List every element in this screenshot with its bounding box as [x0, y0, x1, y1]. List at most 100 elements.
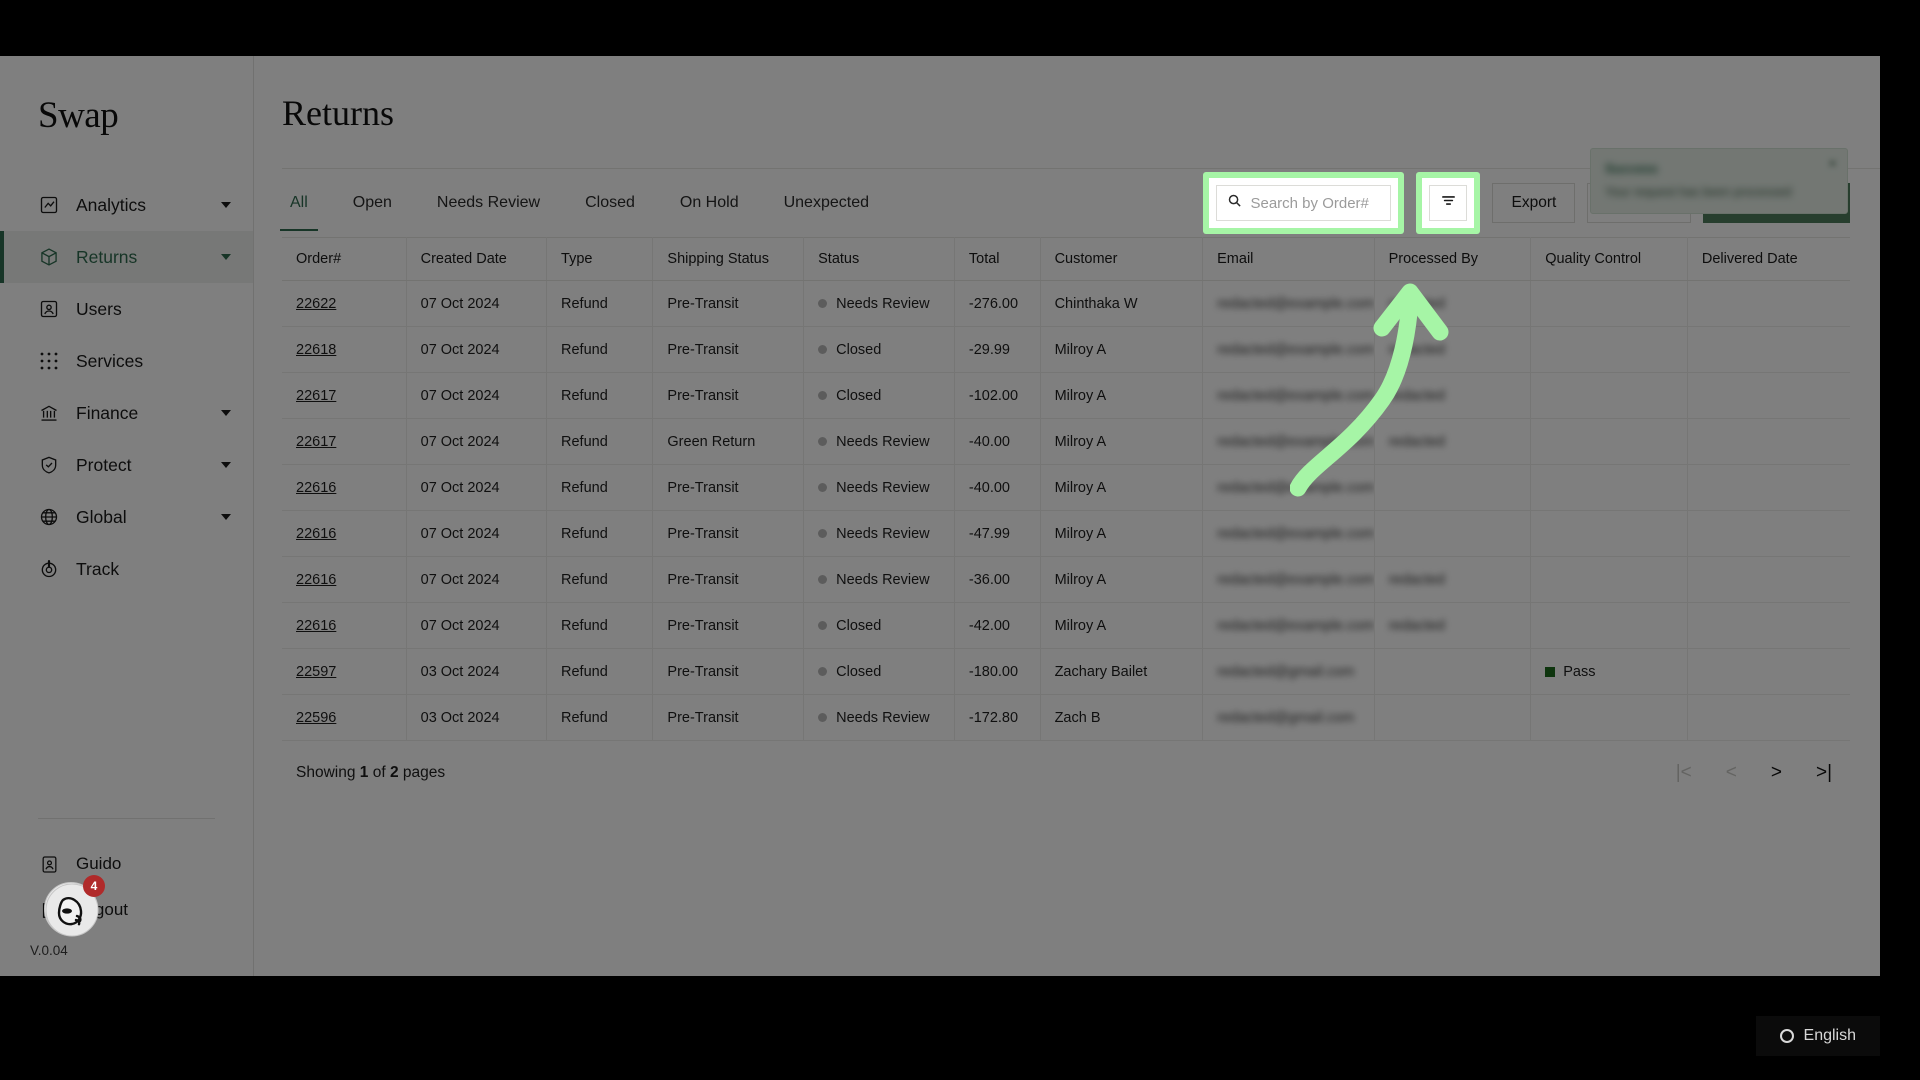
order-link[interactable]: 22616 [296, 618, 336, 634]
column-header-created[interactable]: Created Date [406, 237, 548, 281]
cell-order[interactable]: 22596 [282, 694, 407, 741]
cell-total: -40.00 [954, 464, 1041, 511]
chevron-down-icon[interactable] [221, 410, 231, 416]
redacted-email: redacted@example.com [1217, 525, 1375, 542]
order-link[interactable]: 22618 [296, 342, 336, 358]
export-button[interactable]: Export [1492, 183, 1576, 223]
sidebar-item-track[interactable]: Track [0, 543, 253, 595]
language-badge[interactable]: English [1755, 1016, 1880, 1056]
column-header-quality[interactable]: Quality Control [1530, 237, 1688, 281]
search-container[interactable] [1216, 185, 1392, 221]
sidebar-item-returns[interactable]: Returns [0, 231, 253, 283]
last-page-icon[interactable]: >| [1816, 763, 1832, 782]
column-header-total[interactable]: Total [954, 237, 1041, 281]
cell-customer: Milroy A [1040, 418, 1204, 465]
sidebar-item-finance[interactable]: Finance [0, 387, 253, 439]
status-label: Closed [836, 341, 882, 358]
tab-on-hold[interactable]: On Hold [680, 169, 739, 237]
table-row[interactable]: 22618 07 Oct 2024 Refund Pre-Transit Closed -… [282, 326, 1850, 373]
column-header-status[interactable]: Status [803, 237, 955, 281]
order-link[interactable]: 22622 [296, 296, 336, 312]
column-header-type[interactable]: Type [546, 237, 654, 281]
status-dot-icon [818, 713, 828, 722]
cell-customer: Chinthaka W [1040, 280, 1204, 327]
column-header-shipping[interactable]: Shipping Status [652, 237, 805, 281]
cell-order[interactable]: 22616 [282, 556, 407, 603]
tab-open[interactable]: Open [353, 169, 392, 237]
box-icon [38, 246, 60, 268]
table-row[interactable]: 22616 07 Oct 2024 Refund Pre-Transit Needs R… [282, 464, 1850, 511]
table-row[interactable]: 22622 07 Oct 2024 Refund Pre-Transit Needs R… [282, 280, 1850, 327]
sidebar-item-protect[interactable]: Protect [0, 439, 253, 491]
sidebar-item-label: Services [76, 350, 144, 371]
cell-customer: Milroy A [1040, 510, 1204, 557]
column-header-delivered[interactable]: Delivered Date [1687, 237, 1850, 281]
order-link[interactable]: 22616 [296, 526, 336, 542]
table-row[interactable]: 22596 03 Oct 2024 Refund Pre-Transit Needs R… [282, 694, 1850, 741]
cell-total: -42.00 [954, 602, 1041, 649]
chevron-down-icon[interactable] [221, 514, 231, 520]
sidebar-item-label: Returns [76, 246, 138, 267]
cell-shipping-status: Pre-Transit [652, 510, 805, 557]
tab-all[interactable]: All [280, 169, 318, 237]
cell-quality-control [1530, 556, 1688, 603]
sidebar-item-services[interactable]: Services [0, 335, 253, 387]
cell-shipping-status: Pre-Transit [652, 556, 805, 603]
redacted-email: redacted@example.com [1217, 571, 1375, 588]
cell-order[interactable]: 22597 [282, 648, 407, 695]
column-header-processed[interactable]: Processed By [1374, 237, 1532, 281]
cell-order[interactable]: 22618 [282, 326, 407, 373]
chevron-down-icon[interactable] [221, 254, 231, 260]
chevron-down-icon[interactable] [221, 462, 231, 468]
search-input[interactable] [1250, 194, 1381, 212]
sidebar-account-label: Guido [76, 854, 122, 873]
cell-status: Needs Review [803, 556, 955, 603]
cell-processed-by: redacted [1374, 372, 1532, 419]
chevron-down-icon[interactable] [221, 202, 231, 208]
cell-total: -180.00 [954, 648, 1041, 695]
cell-customer: Zach B [1040, 694, 1204, 741]
tab-unexpected[interactable]: Unexpected [784, 169, 869, 237]
next-page-icon[interactable]: > [1771, 763, 1782, 782]
sidebar-item-users[interactable]: Users [0, 283, 253, 335]
order-link[interactable]: 22616 [296, 480, 336, 496]
cell-order[interactable]: 22617 [282, 372, 407, 419]
table-row[interactable]: 22616 07 Oct 2024 Refund Pre-Transit Needs R… [282, 556, 1850, 603]
cell-delivered-date [1687, 648, 1850, 695]
table-row[interactable]: 22617 07 Oct 2024 Refund Pre-Transit Closed -… [282, 372, 1850, 419]
cell-order[interactable]: 22616 [282, 602, 407, 649]
language-label: English [1803, 1027, 1856, 1044]
tab-closed[interactable]: Closed [585, 169, 635, 237]
sidebar-divider [38, 818, 215, 819]
order-link[interactable]: 22616 [296, 572, 336, 588]
cell-delivered-date [1687, 464, 1850, 511]
column-header-customer[interactable]: Customer [1040, 237, 1204, 281]
table-row[interactable]: 22617 07 Oct 2024 Refund Green Return Needs … [282, 418, 1850, 465]
order-link[interactable]: 22597 [296, 664, 336, 680]
status-label: Needs Review [836, 525, 930, 542]
cell-type: Refund [546, 418, 654, 465]
order-link[interactable]: 22617 [296, 388, 336, 404]
table-row[interactable]: 22616 07 Oct 2024 Refund Pre-Transit Closed -… [282, 602, 1850, 649]
sidebar-item-account[interactable]: Guido [0, 841, 253, 887]
cell-order[interactable]: 22617 [282, 418, 407, 465]
cell-created-date: 07 Oct 2024 [406, 510, 548, 557]
cell-order[interactable]: 22622 [282, 280, 407, 327]
filter-button[interactable] [1429, 185, 1468, 221]
table-row[interactable]: 22597 03 Oct 2024 Refund Pre-Transit Closed -… [282, 648, 1850, 695]
table-row[interactable]: 22616 07 Oct 2024 Refund Pre-Transit Needs R… [282, 510, 1850, 557]
sidebar-item-analytics[interactable]: Analytics [0, 179, 253, 231]
cell-email: redacted@example.com [1202, 602, 1375, 649]
cell-delivered-date [1687, 556, 1850, 603]
tab-needs-review[interactable]: Needs Review [437, 169, 540, 237]
column-header-order[interactable]: Order# [282, 237, 407, 281]
cell-delivered-date [1687, 418, 1850, 465]
cell-order[interactable]: 22616 [282, 464, 407, 511]
status-label: Closed [836, 663, 882, 680]
cell-order[interactable]: 22616 [282, 510, 407, 557]
column-header-email[interactable]: Email [1202, 237, 1375, 281]
sidebar-item-global[interactable]: Global [0, 491, 253, 543]
order-link[interactable]: 22596 [296, 710, 336, 726]
sidebar-item-logout[interactable]: Logout [0, 887, 253, 933]
order-link[interactable]: 22617 [296, 434, 336, 450]
